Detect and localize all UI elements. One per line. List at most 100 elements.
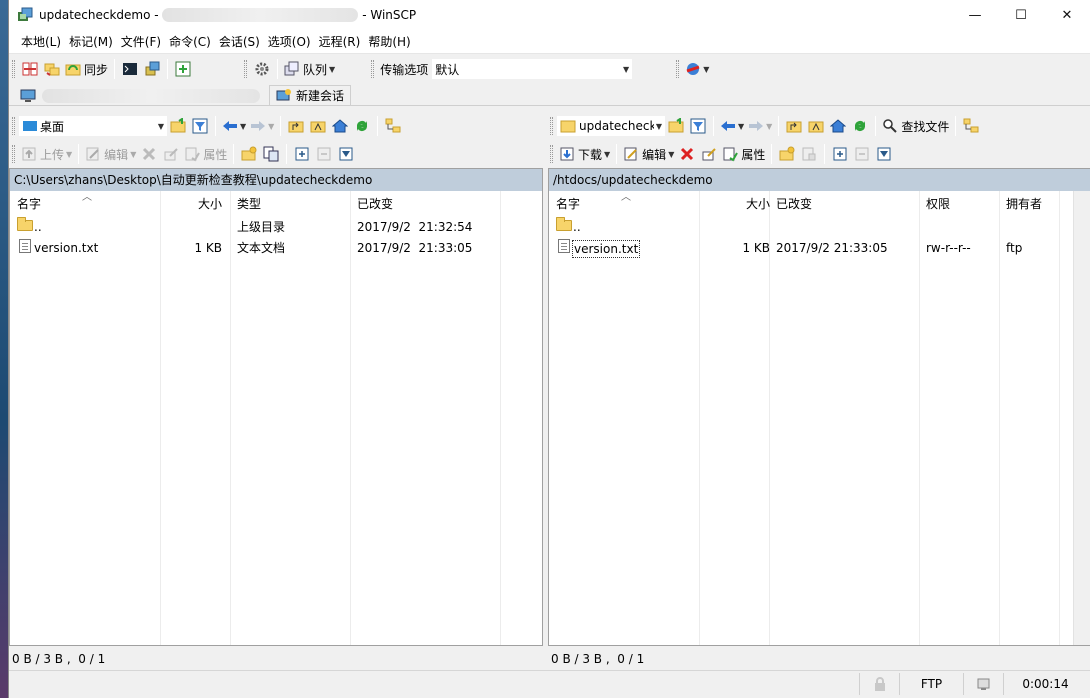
menu-local[interactable]: 本地(L) <box>17 30 65 54</box>
left-refresh-button[interactable] <box>351 115 373 137</box>
right-unselect-button[interactable] <box>851 143 873 165</box>
right-new-folder-button[interactable] <box>776 143 798 165</box>
left-properties-button[interactable]: 属性 <box>182 143 229 165</box>
toolbar-grip[interactable] <box>550 117 553 135</box>
toolbar-grip[interactable] <box>371 60 375 78</box>
col-owner-header[interactable]: 拥有者 <box>1006 193 1042 215</box>
left-rename-button[interactable] <box>160 143 182 165</box>
menu-session[interactable]: 会话(S) <box>215 30 264 54</box>
menu-help[interactable]: 帮助(H) <box>364 30 414 54</box>
home-icon <box>829 118 847 134</box>
disconnect-button[interactable]: ▼ <box>683 58 711 80</box>
left-parent-dir-button[interactable] <box>285 115 307 137</box>
left-edit-button[interactable]: 编辑 ▼ <box>83 143 138 165</box>
right-open-folder-button[interactable] <box>665 115 687 137</box>
toolbar-grip[interactable] <box>12 117 15 135</box>
synchronize-button[interactable]: 同步 <box>63 58 110 80</box>
tab-current-session[interactable] <box>13 85 267 105</box>
right-new-file-button[interactable] <box>798 143 820 165</box>
download-button[interactable]: 下载 ▼ <box>557 143 612 165</box>
left-root-dir-button[interactable] <box>307 115 329 137</box>
maximize-button[interactable]: ☐ <box>998 0 1044 30</box>
select-filter-icon <box>876 146 892 162</box>
right-root-dir-button[interactable] <box>805 115 827 137</box>
col-type-header[interactable]: 类型 <box>237 193 261 215</box>
toolbar-grip[interactable] <box>244 60 248 78</box>
left-select-all-button[interactable] <box>291 143 313 165</box>
desktop-icon <box>22 118 38 134</box>
right-properties-button[interactable]: 属性 <box>720 143 767 165</box>
right-location-select[interactable]: updatecheckd ▼ <box>557 116 665 136</box>
col-rights-header[interactable]: 权限 <box>926 193 950 215</box>
menu-mark[interactable]: 标记(M) <box>65 30 117 54</box>
toolbar-separator <box>78 144 80 164</box>
left-unselect-button[interactable] <box>313 143 335 165</box>
lock-icon <box>872 676 888 692</box>
table-row[interactable]: .. <box>549 217 1090 237</box>
transfer-settings-select[interactable]: 默认 ▼ <box>432 59 633 79</box>
find-files-button[interactable]: 查找文件 <box>880 115 951 137</box>
menu-options[interactable]: 选项(O) <box>264 30 315 54</box>
toolbar-grip[interactable] <box>676 60 680 78</box>
left-filter-select-button[interactable] <box>335 143 357 165</box>
menu-remote[interactable]: 远程(R) <box>315 30 365 54</box>
preferences-button[interactable] <box>251 58 273 80</box>
table-row[interactable]: version.txt 1 KB 2017/9/2 21:33:05 rw-r-… <box>549 238 1090 258</box>
toolbar-grip[interactable] <box>550 145 553 163</box>
file-owner: ftp <box>1006 241 1023 255</box>
right-filter-select-button[interactable] <box>873 143 895 165</box>
synchronize-browsing-button[interactable] <box>41 58 63 80</box>
left-home-button[interactable] <box>329 115 351 137</box>
right-back-button[interactable]: ▼ <box>718 115 746 137</box>
col-changed-header[interactable]: 已改变 <box>357 193 393 215</box>
chevron-down-icon[interactable]: ▼ <box>329 65 335 74</box>
right-home-button[interactable] <box>827 115 849 137</box>
left-filter-button[interactable] <box>189 115 211 137</box>
right-edit-button[interactable]: 编辑 ▼ <box>621 143 676 165</box>
chevron-down-icon: ▼ <box>738 121 745 131</box>
toolbar-grip[interactable] <box>12 145 15 163</box>
compare-directories-button[interactable] <box>19 58 41 80</box>
right-delete-button[interactable] <box>676 143 698 165</box>
putty-button[interactable] <box>141 58 163 80</box>
right-rename-button[interactable] <box>698 143 720 165</box>
left-tree-button[interactable] <box>382 115 404 137</box>
chevron-down-icon: ▼ <box>766 121 773 131</box>
right-select-all-button[interactable] <box>829 143 851 165</box>
open-terminal-button[interactable] <box>119 58 141 80</box>
toolbar-separator <box>824 144 826 164</box>
left-delete-button[interactable] <box>138 143 160 165</box>
text-file-icon <box>17 238 33 258</box>
remote-scrollbar[interactable] <box>1073 191 1090 645</box>
status-connection <box>963 673 1003 695</box>
toolbar-grip[interactable] <box>12 60 15 78</box>
right-forward-button[interactable]: ▼ <box>746 115 774 137</box>
right-tree-button[interactable] <box>960 115 982 137</box>
left-new-folder-button[interactable] <box>238 143 260 165</box>
download-label: 下载 <box>578 147 603 162</box>
chevron-down-icon: ▼ <box>668 149 675 159</box>
upload-button[interactable]: 上传 ▼ <box>19 143 74 165</box>
col-size-header[interactable]: 大小 <box>746 193 770 215</box>
queue-button[interactable]: 队列 ▼ <box>282 58 337 80</box>
col-name-header[interactable]: 名字 <box>556 193 580 215</box>
table-row[interactable]: version.txt 1 KB 文本文档 2017/9/2 21:33:05 <box>10 238 542 258</box>
right-parent-dir-button[interactable] <box>783 115 805 137</box>
right-refresh-button[interactable] <box>849 115 871 137</box>
col-changed-header[interactable]: 已改变 <box>776 193 812 215</box>
tab-new-session[interactable]: 新建会话 <box>269 85 352 105</box>
right-filter-button[interactable] <box>687 115 709 137</box>
left-forward-button[interactable]: ▼ <box>248 115 276 137</box>
left-new-file-button[interactable] <box>260 143 282 165</box>
left-back-button[interactable]: ▼ <box>220 115 248 137</box>
minimize-button[interactable]: — <box>952 0 998 30</box>
close-button[interactable]: ✕ <box>1044 0 1090 30</box>
left-open-folder-button[interactable] <box>167 115 189 137</box>
col-name-header[interactable]: 名字 <box>17 193 41 215</box>
table-row[interactable]: .. 上级目录 2017/9/2 21:32:54 <box>10 217 542 237</box>
col-size-header[interactable]: 大小 <box>198 193 222 215</box>
left-location-select[interactable]: 桌面 ▼ <box>19 116 167 136</box>
open-directory-button[interactable] <box>172 58 194 80</box>
menu-file[interactable]: 文件(F) <box>117 30 165 54</box>
menu-commands[interactable]: 命令(C) <box>165 30 215 54</box>
